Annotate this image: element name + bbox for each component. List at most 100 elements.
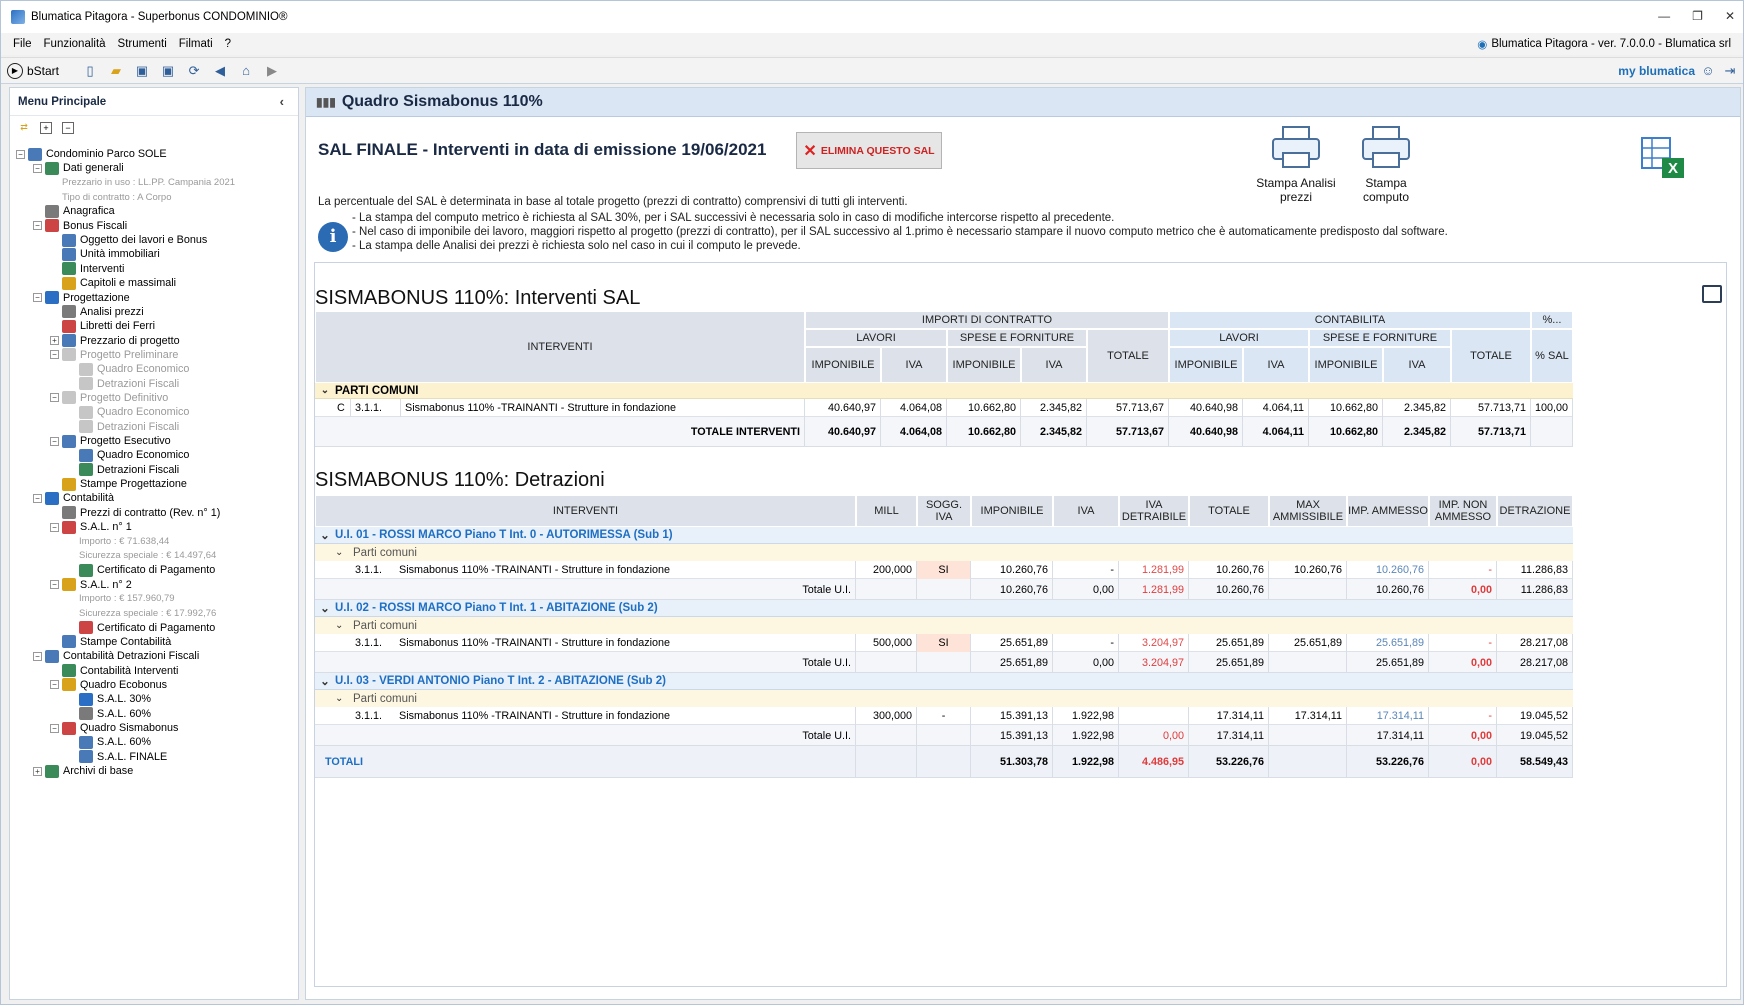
- detr-header: IMP. AMMESSO: [1347, 495, 1429, 527]
- detr-row-value: -: [1429, 707, 1497, 725]
- detr-row-value: SI: [917, 561, 971, 579]
- print-computo-button[interactable]: Stampa computo: [1348, 126, 1424, 204]
- unit-header[interactable]: ⌄ U.I. 02 - ROSSI MARCO Piano T Int. 1 - …: [315, 600, 1573, 617]
- sync-icon[interactable]: ⇄: [18, 122, 30, 134]
- unit-total-value: 0,00: [1119, 725, 1189, 746]
- tree-node-icon: [45, 219, 59, 233]
- collapse-node-icon[interactable]: −: [33, 293, 42, 302]
- detr-row-value: 10.260,76: [1347, 561, 1429, 579]
- my-blumatica-logo[interactable]: my blumatica: [1618, 64, 1695, 78]
- save-icon[interactable]: ▣: [133, 62, 151, 80]
- minimize-icon[interactable]: —: [1658, 9, 1670, 23]
- tree-item[interactable]: + Archivi di base: [33, 763, 133, 779]
- unit-total-value: 10.260,76: [1347, 579, 1429, 600]
- collapse-all-icon[interactable]: −: [62, 122, 74, 134]
- subgroup-label: Parti comuni: [353, 546, 417, 559]
- forward-arrow-icon[interactable]: ▶: [263, 62, 281, 80]
- detr-row-value: 10.260,76: [971, 561, 1053, 579]
- collapse-node-icon[interactable]: −: [50, 723, 59, 733]
- detr-header: IVA: [1053, 495, 1119, 527]
- sal-header-lavori: LAVORI: [805, 329, 947, 347]
- sal-header-iva: IVA: [1021, 347, 1087, 383]
- chevron-down-icon[interactable]: ⌄: [335, 620, 353, 631]
- collapse-node-icon[interactable]: −: [33, 163, 42, 173]
- save-all-icon[interactable]: ▣: [159, 62, 177, 80]
- unit-header[interactable]: ⌄ U.I. 01 - ROSSI MARCO Piano T Int. 0 - …: [315, 527, 1573, 544]
- menu-funzionalita[interactable]: Funzionalità: [38, 38, 112, 50]
- detr-header: IMPONIBILE: [971, 495, 1053, 527]
- version-info: ◉ Blumatica Pitagora - ver. 7.0.0.0 - Bl…: [1477, 37, 1731, 51]
- unit-total-value: 17.314,11: [1189, 725, 1269, 746]
- menu-file[interactable]: File: [7, 38, 38, 50]
- collapse-node-icon[interactable]: −: [50, 393, 59, 403]
- menu-help[interactable]: ?: [219, 38, 237, 50]
- menu-filmati[interactable]: Filmati: [173, 38, 219, 50]
- expand-all-icon[interactable]: +: [40, 122, 52, 134]
- collapse-node-icon[interactable]: −: [33, 493, 42, 503]
- collapse-node-icon[interactable]: −: [50, 580, 59, 589]
- collapse-node-icon[interactable]: −: [33, 651, 42, 661]
- user-icon[interactable]: ☺: [1699, 62, 1717, 80]
- new-file-icon[interactable]: ▯: [81, 62, 99, 80]
- bstart-button[interactable]: ▶ bStart: [7, 62, 59, 79]
- tree-item-label: Oggetto dei lavori e Bonus: [80, 234, 208, 247]
- collapse-node-icon[interactable]: −: [50, 436, 59, 446]
- chevron-down-icon[interactable]: ⌄: [315, 674, 335, 688]
- subgroup-row[interactable]: ⌄ Parti comuni: [315, 690, 1573, 707]
- tree-node-icon: [62, 305, 76, 319]
- delete-sal-button[interactable]: ✕ ELIMINA QUESTO SAL: [796, 132, 942, 169]
- tree-node-icon: [62, 348, 76, 362]
- tree-item-label: Quadro Economico: [97, 449, 190, 462]
- menu-strumenti[interactable]: Strumenti: [112, 38, 173, 50]
- detr-row-value: 15.391,13: [971, 707, 1053, 725]
- sidebar-title: Menu Principale: [18, 95, 107, 108]
- tree-node-icon: [79, 621, 93, 635]
- sal-section-title: SISMABONUS 110%: Interventi SAL: [315, 287, 641, 309]
- close-icon[interactable]: ✕: [1725, 9, 1735, 23]
- sal-header-iva: IVA: [881, 347, 947, 383]
- tree-item-label: Contabilità: [63, 492, 115, 505]
- expand-node-icon[interactable]: +: [33, 766, 42, 776]
- home-icon[interactable]: ⌂: [237, 62, 255, 80]
- detr-row-code: 3.1.1.: [355, 710, 383, 722]
- totals-value: 0,00: [1429, 746, 1497, 778]
- report-panel: SISMABONUS 110%: Interventi SAL INTERVEN…: [314, 262, 1727, 987]
- sidebar: Menu Principale ‹ ⇄ + − − Condominio Parc…: [9, 87, 299, 1000]
- subgroup-row[interactable]: ⌄ Parti comuni: [315, 544, 1573, 561]
- detr-row-value: -: [1429, 561, 1497, 579]
- unit-header[interactable]: ⌄ U.I. 03 - VERDI ANTONIO Piano T Int. 2 …: [315, 673, 1573, 690]
- chevron-down-icon[interactable]: ⌄: [315, 385, 335, 396]
- chevron-down-icon[interactable]: ⌄: [335, 547, 353, 558]
- frame-icon[interactable]: [1702, 285, 1722, 303]
- detr-header: MAX AMMISSIBILE: [1269, 495, 1347, 527]
- collapse-node-icon[interactable]: −: [16, 149, 25, 159]
- chevron-down-icon[interactable]: ⌄: [335, 693, 353, 704]
- exit-icon[interactable]: ⇥: [1721, 62, 1739, 80]
- chevron-down-icon[interactable]: ⌄: [315, 528, 335, 542]
- collapse-node-icon[interactable]: −: [50, 680, 59, 690]
- collapse-sidebar-icon[interactable]: ‹: [280, 94, 284, 109]
- totals-value: [1269, 746, 1347, 778]
- print-analysis-button[interactable]: Stampa Analisi prezzi: [1248, 126, 1344, 204]
- tree-node-icon: [62, 477, 76, 491]
- sal-row-value: 57.713,71: [1451, 399, 1531, 417]
- note-1: - La stampa del computo metrico è richie…: [352, 212, 1115, 224]
- sal-total-value: [1531, 417, 1573, 447]
- sal-row-value: 10.662,80: [1309, 399, 1383, 417]
- subgroup-row[interactable]: ⌄ Parti comuni: [315, 617, 1573, 634]
- tree-node-icon: [79, 420, 93, 434]
- tree-item-label: Capitoli e massimali: [80, 277, 177, 290]
- excel-export-icon[interactable]: X: [1640, 136, 1686, 180]
- collapse-node-icon[interactable]: −: [50, 522, 59, 532]
- collapse-node-icon[interactable]: −: [33, 221, 42, 231]
- expand-node-icon[interactable]: +: [50, 336, 59, 346]
- tree-node-icon: [79, 362, 93, 376]
- refresh-icon[interactable]: ⟳: [185, 62, 203, 80]
- collapse-node-icon[interactable]: −: [50, 350, 59, 360]
- back-arrow-icon[interactable]: ◀: [211, 62, 229, 80]
- chevron-down-icon[interactable]: ⌄: [315, 601, 335, 615]
- restore-icon[interactable]: ❐: [1692, 9, 1703, 23]
- menu-bar: File Funzionalità Strumenti Filmati ? ◉ …: [1, 33, 1743, 55]
- sal-group-parti-comuni[interactable]: ⌄ PARTI COMUNI: [315, 383, 1573, 399]
- open-folder-icon[interactable]: ▰: [107, 62, 125, 80]
